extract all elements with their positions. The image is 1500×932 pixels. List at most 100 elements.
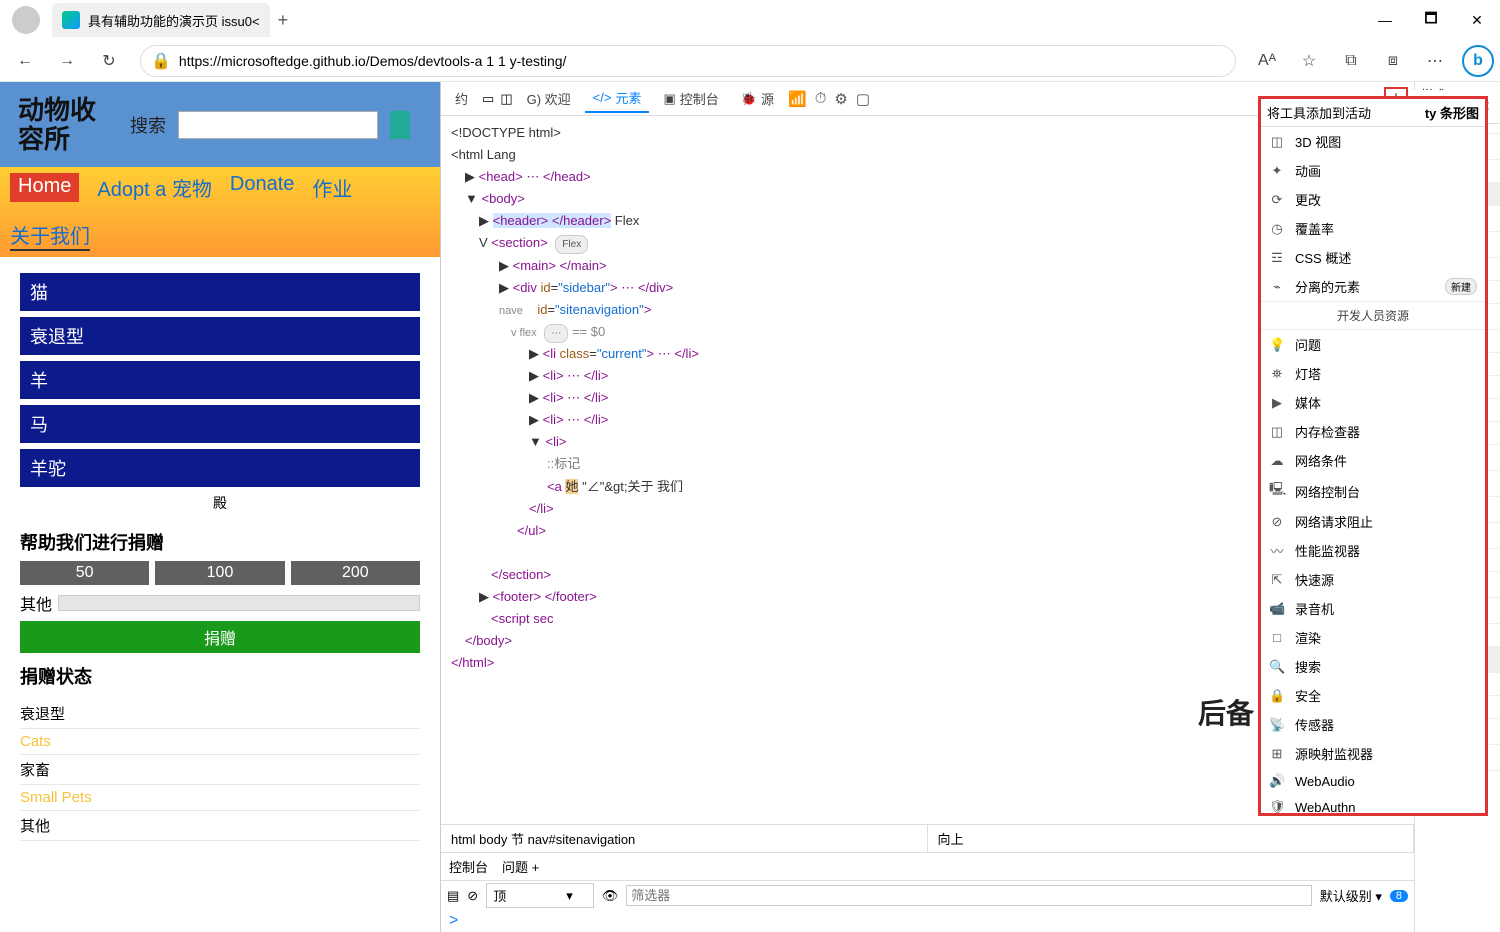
- donate-100[interactable]: 100: [155, 561, 284, 585]
- tool-menu-item[interactable]: ◫内存检查器: [1261, 417, 1485, 446]
- bing-button[interactable]: b: [1462, 45, 1494, 77]
- dom-line[interactable]: <li> ⋯ </li>: [543, 412, 609, 427]
- tool-menu-item[interactable]: 📡传感器: [1261, 710, 1485, 739]
- settings-menu-button[interactable]: ⋯: [1416, 43, 1454, 79]
- tool-menu-item[interactable]: 〰性能监视器: [1261, 536, 1485, 565]
- nav-about[interactable]: 关于我们: [10, 220, 90, 251]
- tool-menu-item[interactable]: □渲染: [1261, 623, 1485, 652]
- tool-menu-item[interactable]: ⟳更改: [1261, 185, 1485, 214]
- profile-avatar[interactable]: [12, 6, 40, 34]
- inspect-icon[interactable]: 约: [447, 85, 476, 112]
- gear-icon[interactable]: ⚙: [834, 90, 847, 108]
- tool-menu-item[interactable]: ☲CSS 概述: [1261, 243, 1485, 272]
- collections-button[interactable]: ⧉: [1332, 43, 1370, 79]
- new-tab-button[interactable]: +: [278, 10, 289, 31]
- drawer-console[interactable]: 控制台: [449, 857, 488, 876]
- console-prompt[interactable]: >: [441, 910, 1414, 932]
- minimize-button[interactable]: —: [1362, 0, 1408, 40]
- dom-line[interactable]: <section>: [491, 235, 547, 250]
- eye-icon[interactable]: 👁: [602, 888, 619, 904]
- tool-menu-item[interactable]: 🔊WebAudio: [1261, 768, 1485, 794]
- tool-menu-item[interactable]: 💡问题: [1261, 330, 1485, 359]
- browser-tab[interactable]: 具有辅助功能的演示页 issu0<: [52, 3, 270, 37]
- list-item[interactable]: 猫: [20, 273, 420, 311]
- tool-menu-item[interactable]: ◫3D 视图: [1261, 127, 1485, 156]
- read-aloud-button[interactable]: Aᴬ: [1248, 43, 1286, 79]
- list-item[interactable]: 马: [20, 405, 420, 443]
- dom-line[interactable]: <li> ⋯ </li>: [543, 368, 609, 383]
- context-select[interactable]: 顶▾: [486, 883, 594, 908]
- donate-50[interactable]: 50: [20, 561, 149, 585]
- log-level-select[interactable]: 默认级别 ▾: [1320, 886, 1382, 905]
- forward-button[interactable]: →: [48, 43, 86, 79]
- dom-line[interactable]: <li>: [545, 434, 566, 449]
- favorite-button[interactable]: ☆: [1290, 43, 1328, 79]
- breadcrumb-path[interactable]: html body 节 nav#sitenavigation: [441, 825, 928, 852]
- tool-icon: ◫: [1269, 134, 1285, 150]
- dom-line[interactable]: <head> ⋯ </head>: [479, 169, 591, 184]
- tab-sources[interactable]: 🐞 源: [733, 85, 782, 112]
- tool-menu-item[interactable]: ▶媒体: [1261, 388, 1485, 417]
- nav-jobs[interactable]: 作业: [312, 173, 352, 202]
- tool-menu-item[interactable]: ⇱快速源: [1261, 565, 1485, 594]
- console-filter-input[interactable]: [626, 885, 1311, 906]
- search-input[interactable]: [178, 111, 378, 139]
- tool-menu-item[interactable]: ⊞源映射监视器: [1261, 739, 1485, 768]
- search-go-button[interactable]: [390, 111, 410, 139]
- tool-label: 网络条件: [1295, 451, 1347, 470]
- tool-menu-item[interactable]: 🔒安全: [1261, 681, 1485, 710]
- tool-menu-item[interactable]: 📹录音机: [1261, 594, 1485, 623]
- maximize-button[interactable]: 🗖: [1408, 0, 1454, 40]
- tool-icon: □: [1269, 630, 1285, 645]
- tool-menu-item[interactable]: 🖳网络控制台: [1261, 475, 1485, 507]
- dom-line[interactable]: <footer> </footer>: [493, 589, 597, 604]
- refresh-button[interactable]: ↻: [90, 43, 128, 79]
- dom-line[interactable]: <li> ⋯ </li>: [543, 390, 609, 405]
- tool-label: 分离的元素: [1295, 277, 1360, 296]
- split-screen-button[interactable]: ⧈: [1374, 43, 1412, 79]
- tool-menu-item[interactable]: ◷覆盖率: [1261, 214, 1485, 243]
- list-item[interactable]: 衰退型: [20, 317, 420, 355]
- tool-icon: 🛡: [1269, 799, 1285, 815]
- tool-menu-item[interactable]: 🛡WebAuthn: [1261, 794, 1485, 820]
- tool-menu-item[interactable]: ⌁分离的元素新建: [1261, 272, 1485, 301]
- donate-submit[interactable]: 捐赠: [20, 621, 420, 653]
- tool-menu-item[interactable]: ⊘网络请求阻止: [1261, 507, 1485, 536]
- list-item[interactable]: 羊: [20, 361, 420, 399]
- clear-icon[interactable]: ⊘: [467, 888, 478, 904]
- drawer-issues[interactable]: 问题 +: [502, 857, 539, 876]
- dom-line[interactable]: <header> </header>: [493, 213, 612, 228]
- perf-icon[interactable]: ⏱: [815, 90, 827, 108]
- tool-menu-item[interactable]: ⛯灯塔: [1261, 359, 1485, 388]
- close-button[interactable]: ✕: [1454, 0, 1500, 40]
- dom-line[interactable]: <body>: [481, 191, 524, 206]
- dock-icon[interactable]: ◫: [500, 91, 512, 107]
- more-tools-menu: 将工具添加到活动 ty 条形图 ◫3D 视图✦动画⟳更改◷覆盖率☲CSS 概述⌁…: [1258, 96, 1488, 816]
- url-input[interactable]: [179, 53, 1225, 69]
- nav-donate[interactable]: Donate: [230, 173, 295, 202]
- list-item[interactable]: 羊驼: [20, 449, 420, 487]
- dom-line[interactable]: <main> </main>: [513, 258, 607, 273]
- breadcrumb-up[interactable]: 向上: [928, 825, 1415, 852]
- tool-menu-item[interactable]: ✦动画: [1261, 156, 1485, 185]
- wifi-icon[interactable]: 📶: [788, 90, 807, 108]
- tab-welcome[interactable]: G) 欢迎: [519, 85, 579, 112]
- panel-icon[interactable]: ▢: [856, 90, 870, 108]
- donate-heading: 帮助我们进行捐赠: [0, 523, 440, 561]
- device-toggle-icon[interactable]: ▭: [482, 91, 494, 107]
- issues-count[interactable]: 8: [1390, 890, 1408, 902]
- sidebar-toggle-icon[interactable]: ▤: [447, 888, 459, 904]
- tool-icon: 💡: [1269, 337, 1285, 353]
- status-item: Small Pets: [20, 785, 420, 811]
- nav-adopt[interactable]: Adopt a 宠物: [97, 173, 212, 202]
- back-button[interactable]: ←: [6, 43, 44, 79]
- tab-elements[interactable]: </> 元素: [585, 84, 650, 113]
- tool-menu-item[interactable]: ☁网络条件: [1261, 446, 1485, 475]
- donate-200[interactable]: 200: [291, 561, 420, 585]
- tool-menu-item[interactable]: 🔍搜索: [1261, 652, 1485, 681]
- tool-label: 覆盖率: [1295, 219, 1334, 238]
- tab-console[interactable]: ▣ 控制台: [655, 85, 726, 112]
- nav-home[interactable]: Home: [10, 173, 79, 202]
- address-bar[interactable]: 🔒: [140, 45, 1236, 77]
- other-input[interactable]: [58, 595, 420, 611]
